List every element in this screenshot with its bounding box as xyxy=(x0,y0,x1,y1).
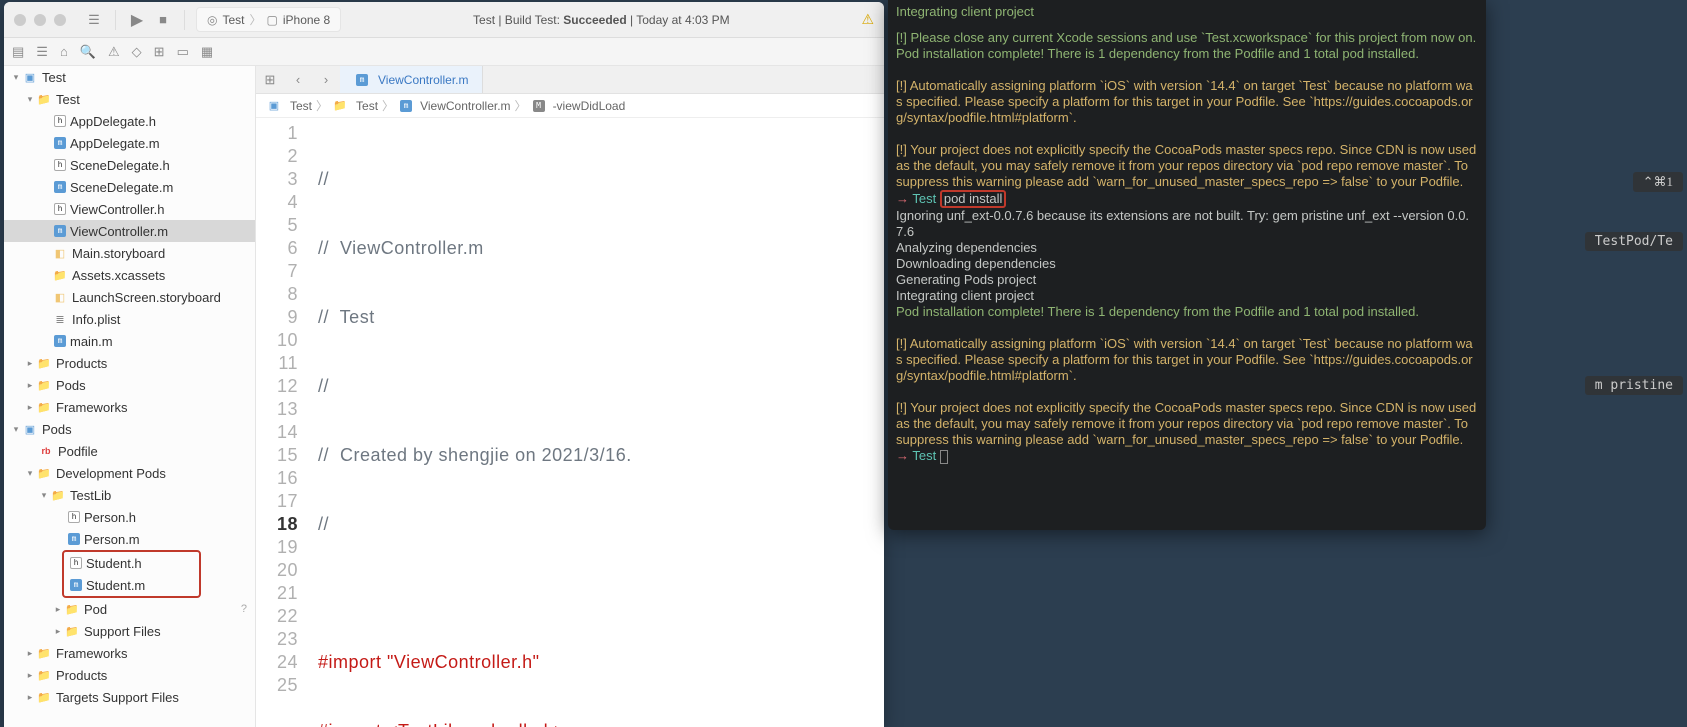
back-button[interactable]: ‹ xyxy=(284,66,312,93)
scheme-selector[interactable]: ◎ Test 〉 ▢ iPhone 8 xyxy=(196,7,341,32)
tree-file[interactable]: ≣Info.plist xyxy=(4,308,255,330)
terminal-line: [!] Automatically assigning platform `iO… xyxy=(896,336,1478,384)
terminal-line: Ignoring unf_ext-0.0.7.6 because its ext… xyxy=(896,208,1478,240)
editor-area: ⊞ ‹ › mViewController.m ▣Test〉 📁Test〉 mV… xyxy=(256,66,884,727)
terminal-line: Integrating client project xyxy=(896,4,1478,20)
scheme-device: iPhone 8 xyxy=(283,13,330,27)
related-items-icon[interactable]: ⊞ xyxy=(256,66,284,93)
terminal-line: Pod installation complete! There is 1 de… xyxy=(896,304,1478,320)
terminal-line: Generating Pods project xyxy=(896,272,1478,288)
project-nav-icon[interactable]: ▤ xyxy=(12,44,24,60)
code-content[interactable]: // // ViewController.m // Test // // Cre… xyxy=(308,118,884,727)
terminal-line: [!] Please close any current Xcode sessi… xyxy=(896,30,1478,46)
source-control-icon[interactable]: ☰ xyxy=(36,44,48,60)
tree-group[interactable]: ▾📁TestLib xyxy=(4,484,255,506)
jump-bar[interactable]: ▣Test〉 📁Test〉 mViewController.m〉 M-viewD… xyxy=(256,94,884,118)
line-gutter: 12345678910 11121314151617181920 2122232… xyxy=(256,118,308,727)
scheme-target: Test xyxy=(222,13,244,27)
run-button[interactable]: ▶ xyxy=(127,10,147,30)
terminal-prompt[interactable]: → Test xyxy=(896,448,1478,464)
tree-file[interactable]: hSceneDelegate.h xyxy=(4,154,255,176)
find-nav-icon[interactable]: 🔍 xyxy=(80,44,96,60)
terminal-window[interactable]: Integrating client project [!] Please cl… xyxy=(888,0,1486,530)
tree-group[interactable]: ▸📁Targets Support Files xyxy=(4,686,255,708)
tree-group-test[interactable]: ▾📁Test xyxy=(4,88,255,110)
tree-group[interactable]: ▸📁Pods xyxy=(4,374,255,396)
breakpoint-nav-icon[interactable]: ▭ xyxy=(177,44,189,60)
tree-file[interactable]: ◧Main.storyboard xyxy=(4,242,255,264)
terminal-line: Integrating client project xyxy=(896,288,1478,304)
terminal-cursor xyxy=(940,450,948,464)
tree-file[interactable]: 📁Assets.xcassets xyxy=(4,264,255,286)
issue-nav-icon[interactable]: ⚠ xyxy=(108,44,120,60)
tree-file[interactable]: ◧LaunchScreen.storyboard xyxy=(4,286,255,308)
warning-icon[interactable]: ⚠ xyxy=(861,11,874,28)
bg-terminal-fragment-2: m pristine xyxy=(1585,376,1683,395)
tab-bar: ⊞ ‹ › mViewController.m xyxy=(256,66,884,94)
tree-group[interactable]: ▸📁Frameworks xyxy=(4,642,255,664)
zoom-icon[interactable] xyxy=(54,14,66,26)
tree-file[interactable]: mSceneDelegate.m xyxy=(4,176,255,198)
tree-file[interactable]: hStudent.h xyxy=(64,552,199,574)
annotation-command-highlight: pod install xyxy=(940,190,1007,208)
navigator-selector-bar: ▤ ☰ ⌂ 🔍 ⚠ ◇ ⊞ ▭ ▦ xyxy=(4,38,884,66)
tree-file[interactable]: hPerson.h xyxy=(4,506,255,528)
sidebar-icon[interactable]: ☰ xyxy=(84,12,104,28)
traffic-lights[interactable] xyxy=(14,14,66,26)
terminal-line: [!] Your project does not explicitly spe… xyxy=(896,400,1478,448)
editor-tab[interactable]: mViewController.m xyxy=(340,66,483,93)
tree-group[interactable]: ▸📁Products xyxy=(4,664,255,686)
toolbar: ☰ ▶ ■ ◎ Test 〉 ▢ iPhone 8 Test | Build T… xyxy=(4,2,884,38)
tree-project-root[interactable]: ▾▣Test xyxy=(4,66,255,88)
bg-terminal-fragment-1: TestPod/Te xyxy=(1585,232,1683,251)
target-icon: ◎ xyxy=(207,13,217,27)
debug-nav-icon[interactable]: ⊞ xyxy=(154,44,165,60)
tree-project-pods[interactable]: ▾▣Pods xyxy=(4,418,255,440)
xcode-window: ☰ ▶ ■ ◎ Test 〉 ▢ iPhone 8 Test | Build T… xyxy=(4,2,884,727)
activity-view: Test | Build Test: Succeeded | Today at … xyxy=(347,13,855,27)
stop-button[interactable]: ■ xyxy=(153,12,173,27)
tree-file[interactable]: hViewController.h xyxy=(4,198,255,220)
symbol-nav-icon[interactable]: ⌂ xyxy=(60,44,68,59)
terminal-line: Analyzing dependencies xyxy=(896,240,1478,256)
tree-group[interactable]: ▸📁Frameworks xyxy=(4,396,255,418)
tree-file-selected[interactable]: mViewController.m xyxy=(4,220,255,242)
close-icon[interactable] xyxy=(14,14,26,26)
tree-file[interactable]: mAppDelegate.m xyxy=(4,132,255,154)
tree-group[interactable]: ▾📁Development Pods xyxy=(4,462,255,484)
tree-file[interactable]: mmain.m xyxy=(4,330,255,352)
tree-group[interactable]: ▸📁Pod? xyxy=(4,598,255,620)
test-nav-icon[interactable]: ◇ xyxy=(132,44,142,60)
report-nav-icon[interactable]: ▦ xyxy=(201,44,213,60)
device-icon: ▢ xyxy=(267,13,278,27)
terminal-line: [!] Automatically assigning platform `iO… xyxy=(896,78,1478,126)
terminal-line: [!] Your project does not explicitly spe… xyxy=(896,142,1478,190)
shortcut-badge: ⌃⌘1 xyxy=(1633,172,1683,192)
tree-file[interactable]: mPerson.m xyxy=(4,528,255,550)
tree-file[interactable]: rbPodfile xyxy=(4,440,255,462)
terminal-prompt: → Test pod install xyxy=(896,190,1478,208)
tree-group[interactable]: ▸📁Products xyxy=(4,352,255,374)
terminal-line: Downloading dependencies xyxy=(896,256,1478,272)
tree-file[interactable]: mStudent.m xyxy=(64,574,199,596)
terminal-line: Pod installation complete! There is 1 de… xyxy=(896,46,1478,62)
forward-button[interactable]: › xyxy=(312,66,340,93)
project-navigator[interactable]: ▾▣Test ▾📁Test hAppDelegate.h mAppDelegat… xyxy=(4,66,256,727)
tree-file[interactable]: hAppDelegate.h xyxy=(4,110,255,132)
minimize-icon[interactable] xyxy=(34,14,46,26)
source-editor[interactable]: 12345678910 11121314151617181920 2122232… xyxy=(256,118,884,727)
annotation-new-files: hStudent.h mStudent.m xyxy=(62,550,201,598)
tree-group[interactable]: ▸📁Support Files xyxy=(4,620,255,642)
